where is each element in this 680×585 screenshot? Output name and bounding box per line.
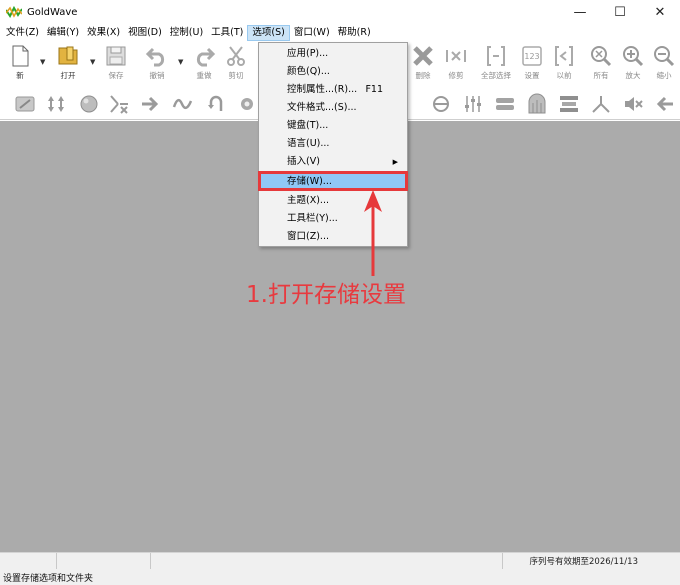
hint-bar: 设置存储选项和文件夹: [0, 569, 680, 585]
redo-button[interactable]: 重做: [188, 44, 220, 88]
serial-expiry-text: 序列号有效期至2026/11/13: [529, 557, 639, 567]
split-icon[interactable]: [590, 93, 612, 115]
menu-edit[interactable]: 编辑(Y): [43, 25, 83, 41]
options-item-apply[interactable]: 应用(P)...: [261, 45, 405, 63]
zoom-in-icon: [623, 46, 644, 67]
arrow-right-icon[interactable]: [140, 93, 162, 115]
menu-window[interactable]: 窗口(W): [290, 25, 334, 41]
menu-effects[interactable]: 效果(X): [83, 25, 124, 41]
hint-text: 设置存储选项和文件夹: [3, 574, 94, 584]
undo-arrow-icon: [145, 47, 165, 67]
options-item-file-format[interactable]: 文件格式...(S)...: [261, 99, 405, 117]
stereo-bars-icon[interactable]: [558, 93, 580, 115]
set-button[interactable]: 123 设置: [516, 44, 548, 88]
gate-icon[interactable]: [526, 93, 548, 115]
arrow-left-icon[interactable]: [653, 93, 675, 115]
volume-arrows-icon[interactable]: [45, 93, 67, 115]
balance-icon[interactable]: [430, 93, 452, 115]
maximize-button[interactable]: ☐: [600, 0, 640, 24]
menu-view[interactable]: 视图(D): [124, 25, 166, 41]
scissors-icon: [227, 46, 245, 66]
open-button[interactable]: 打开: [52, 44, 84, 88]
status-segment: [151, 553, 503, 570]
options-item-language[interactable]: 语言(U)...: [261, 135, 405, 153]
compressor-icon[interactable]: [494, 93, 516, 115]
cut-button[interactable]: 剪切: [220, 44, 252, 88]
trim-icon: [446, 50, 466, 62]
menu-control[interactable]: 控制(U): [166, 25, 207, 41]
previous-icon: [555, 46, 573, 66]
gear-icon[interactable]: [236, 93, 258, 115]
undo-button[interactable]: 撤销: [141, 44, 173, 88]
channel-x-icon[interactable]: [108, 93, 130, 115]
menu-bar: 文件(Z) 编辑(Y) 效果(X) 视图(D) 控制(U) 工具(T) 选项(S…: [0, 24, 680, 42]
goldwave-logo-icon: [6, 6, 22, 18]
annotation-text: 1.打开存储设置: [246, 282, 406, 308]
redo-arrow-icon: [196, 47, 216, 67]
options-item-color[interactable]: 颜色(Q)...: [261, 63, 405, 81]
close-button[interactable]: ✕: [640, 0, 680, 24]
magnifier-all-icon: [591, 46, 612, 67]
new-file-icon: [12, 45, 29, 67]
undo-dropdown-icon[interactable]: ▼: [178, 58, 184, 66]
menu-file[interactable]: 文件(Z): [2, 25, 43, 41]
zoom-out-button[interactable]: 缩小: [648, 44, 680, 88]
status-bar: 序列号有效期至2026/11/13: [0, 552, 680, 570]
trim-button[interactable]: 修剪: [440, 44, 472, 88]
previous-button[interactable]: 以前: [548, 44, 580, 88]
svg-text:123: 123: [524, 52, 539, 61]
options-item-control-properties[interactable]: 控制属性...(R)... F11: [261, 81, 405, 99]
zoom-out-icon: [654, 46, 675, 67]
submenu-arrow-icon: ▶: [392, 158, 398, 166]
title-bar: GoldWave — ☐ ✕: [0, 0, 680, 24]
zoom-in-button[interactable]: 放大: [617, 44, 649, 88]
wave-icon[interactable]: [172, 93, 194, 115]
new-dropdown-icon[interactable]: ▼: [40, 58, 46, 66]
set-123-icon: 123: [522, 46, 542, 66]
no-sign-icon[interactable]: [14, 93, 36, 115]
status-segment: [0, 553, 57, 570]
open-dropdown-icon[interactable]: ▼: [90, 58, 96, 66]
new-button[interactable]: 新: [4, 44, 36, 88]
annotation-arrow-icon: [364, 190, 382, 276]
menu-help[interactable]: 帮助(R): [334, 25, 375, 41]
mute-icon[interactable]: [622, 93, 644, 115]
options-item-insert[interactable]: 插入(V) ▶: [261, 153, 405, 171]
window-title: GoldWave: [27, 6, 78, 18]
loop-back-icon[interactable]: [205, 93, 227, 115]
status-segment: [57, 553, 151, 570]
save-disk-icon: [106, 46, 126, 66]
delete-button[interactable]: 删除: [407, 44, 439, 88]
minimize-button[interactable]: —: [560, 0, 600, 24]
equalizer-icon[interactable]: [462, 93, 484, 115]
options-item-keyboard[interactable]: 键盘(T)...: [261, 117, 405, 135]
select-all-button[interactable]: 全部选择: [480, 44, 512, 88]
select-all-icon: [487, 46, 505, 66]
menu-tools[interactable]: 工具(T): [207, 25, 247, 41]
menu-options[interactable]: 选项(S): [247, 25, 290, 41]
sphere-icon[interactable]: [78, 93, 100, 115]
delete-x-icon: [413, 46, 433, 66]
zoom-all-button[interactable]: 所有: [585, 44, 617, 88]
save-button[interactable]: 保存: [100, 44, 132, 88]
shortcut-label: F11: [365, 84, 383, 95]
open-folder-icon: [58, 46, 78, 65]
